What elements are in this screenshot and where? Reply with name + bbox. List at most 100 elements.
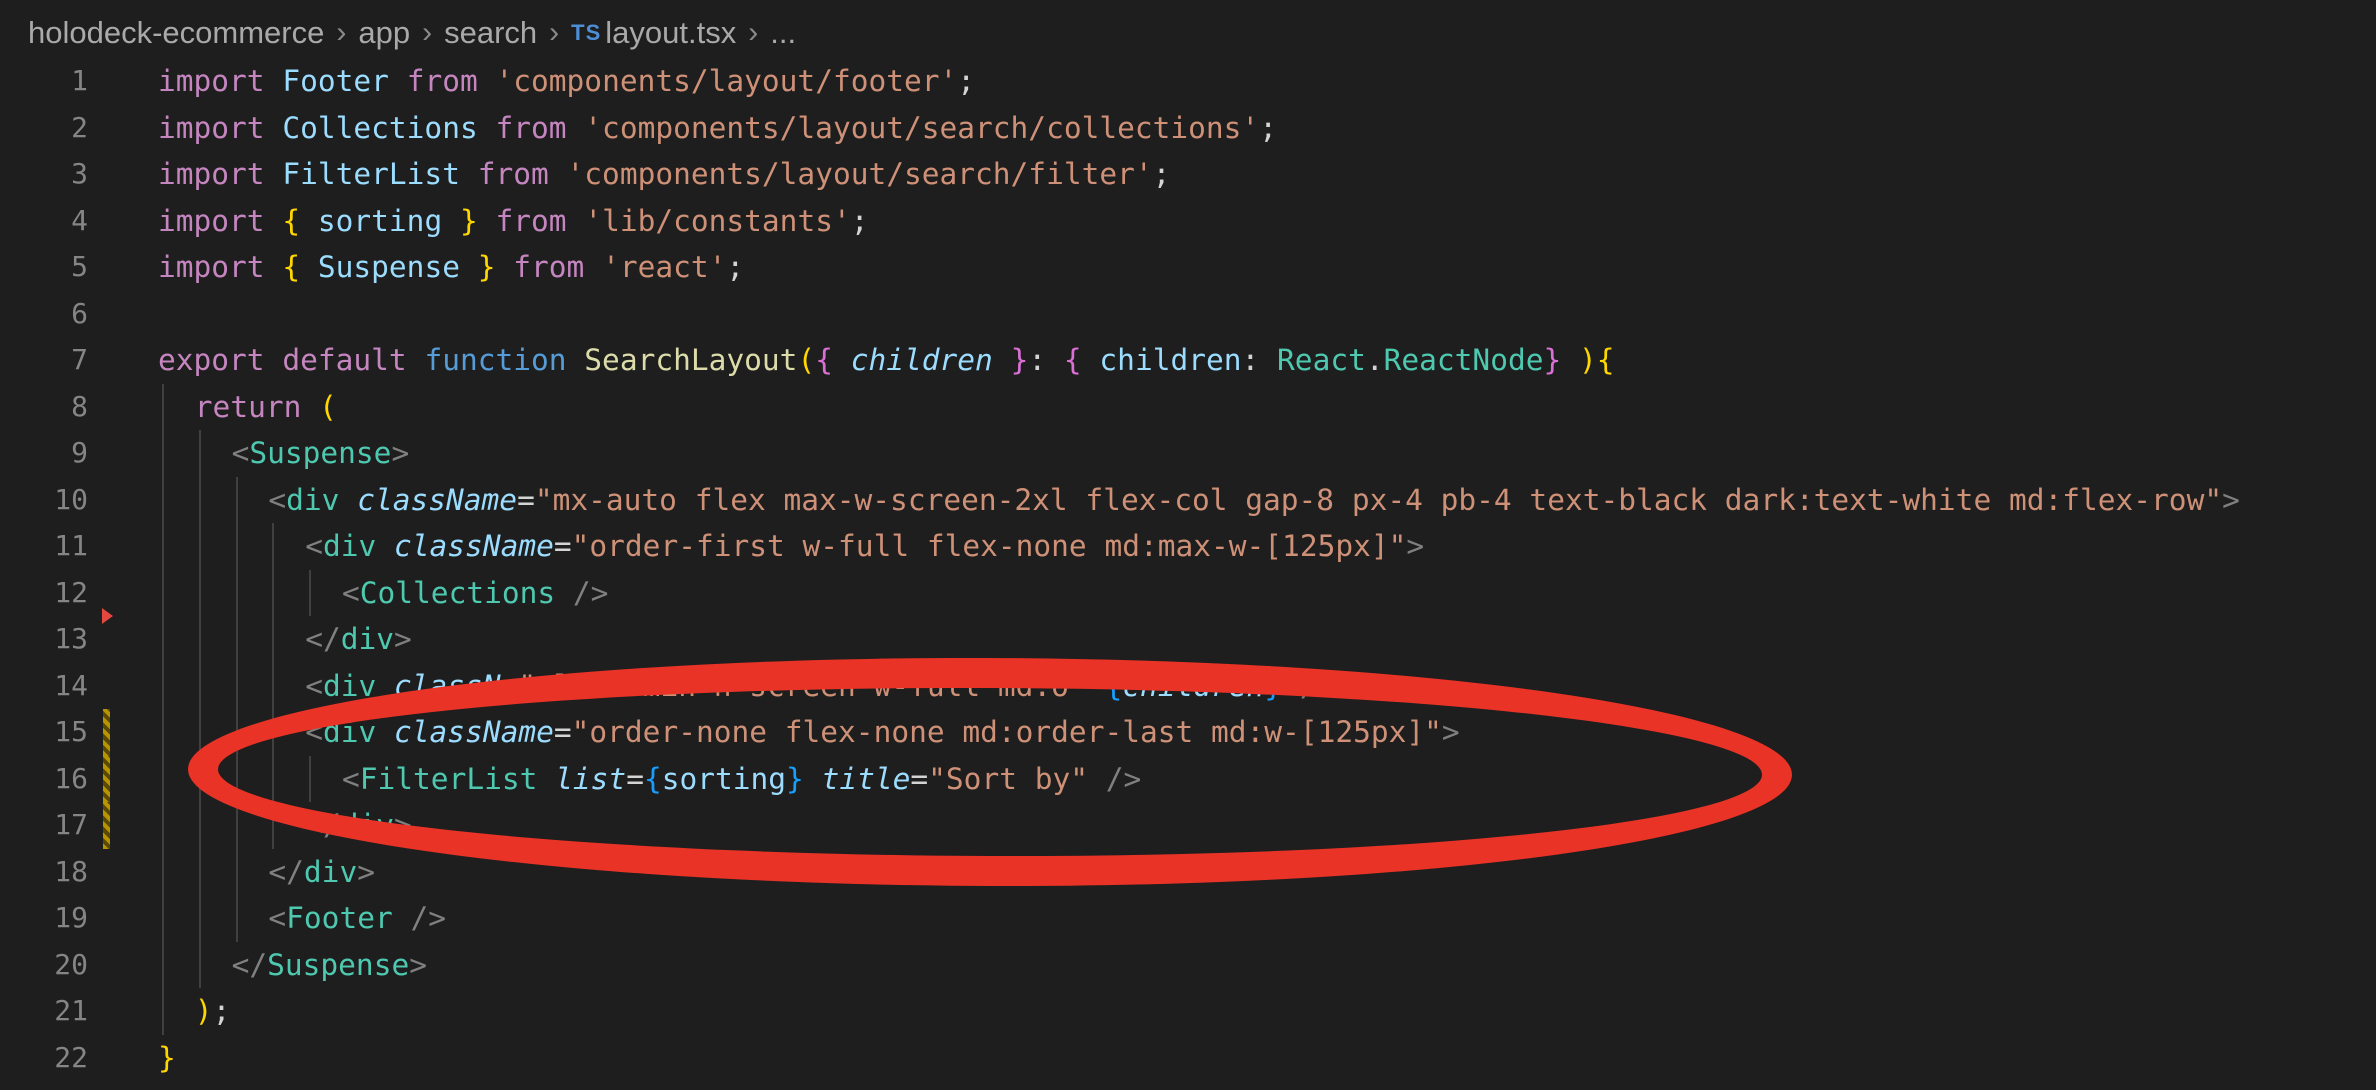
code-line[interactable]: 14 <div classN " last min-h-screen w-full…	[0, 662, 2376, 709]
code-token: 'components/layout/search/filter'	[566, 157, 1153, 191]
code-token: {	[282, 203, 301, 238]
code-token: >	[391, 436, 410, 470]
code-token: </	[268, 854, 304, 889]
code-line[interactable]: 11 <div className="order-first w-full fle…	[0, 523, 2376, 570]
indent-guide	[162, 662, 164, 709]
code-token: "order-none flex-none md:order-last md:w…	[571, 715, 1442, 749]
code-token: div	[322, 668, 377, 703]
indent-guide	[198, 941, 201, 988]
code-token: ;	[212, 994, 231, 1028]
breakpoint-arrow-icon	[102, 608, 113, 624]
indent-guide	[162, 709, 164, 756]
line-number: 22	[54, 1040, 88, 1074]
code-token: <	[342, 761, 360, 796]
code-line-content: <FilterList list={sorting} title="Sort b…	[342, 756, 1141, 803]
code-editor[interactable]: holodeck-ecommerce › app › search › TS l…	[0, 0, 2376, 1090]
code-line[interactable]: 10 <div className="mx-auto flex max-w-scr…	[0, 476, 2376, 523]
code-token: Footer	[286, 901, 393, 935]
code-token: >	[1441, 715, 1460, 749]
chevron-right-icon: ›	[549, 16, 560, 49]
code-line-content: import Collections from 'components/layo…	[158, 105, 1277, 152]
breadcrumb-item-app[interactable]: app	[358, 15, 410, 51]
code-line[interactable]: 3 import FilterList from 'components/layo…	[0, 151, 2376, 198]
code-line[interactable]: 4 import { sorting } from 'lib/constants'…	[0, 198, 2376, 245]
breadcrumb-item-symbols[interactable]: ...	[770, 15, 796, 51]
modified-line-indicator[interactable]	[103, 755, 110, 802]
code-token: function	[424, 343, 567, 377]
code-area[interactable]: 1 import Footer from 'components/layout/f…	[0, 58, 2376, 1081]
code-line[interactable]: 22}	[0, 1035, 2376, 1082]
code-token: ;	[957, 64, 976, 98]
indent-guide	[235, 523, 238, 570]
code-token: {	[643, 761, 662, 796]
indent-guide	[162, 988, 164, 1035]
indent-guide	[198, 709, 201, 756]
line-number: 11	[54, 529, 88, 562]
code-line-content: </Suspense>	[232, 942, 427, 989]
code-token: }	[477, 250, 496, 284]
indent-guide	[272, 569, 275, 616]
code-line[interactable]: 20 </Suspense>	[0, 941, 2376, 989]
code-token: />	[1105, 761, 1142, 796]
code-line[interactable]: 1 import Footer from 'components/layout/f…	[0, 58, 2376, 105]
line-number: 8	[71, 389, 88, 423]
code-line[interactable]: 18 </div>	[0, 848, 2376, 895]
code-line[interactable]: 19 <Footer />	[0, 895, 2376, 942]
code-line-content: );	[195, 988, 231, 1035]
code-token: </	[305, 808, 341, 842]
code-line[interactable]: 12 <Collections />	[0, 569, 2376, 616]
code-line[interactable]: 16 <FilterList list={sorting} title="Sort…	[0, 755, 2376, 803]
breadcrumb-item-project[interactable]: holodeck-ecommerce	[28, 15, 324, 51]
code-token: >	[1406, 529, 1425, 563]
code-token: ;	[726, 250, 745, 284]
code-token: "	[1086, 668, 1105, 703]
line-number: 15	[54, 715, 88, 748]
code-token: from	[495, 110, 567, 145]
code-token: import	[158, 64, 265, 98]
modified-line-indicator[interactable]	[103, 802, 110, 849]
indent-guide	[235, 616, 238, 663]
code-token: >	[2222, 482, 2240, 517]
code-line[interactable]: 2 import Collections from 'components/lay…	[0, 105, 2376, 152]
code-token: return	[194, 389, 302, 424]
code-token: {	[1596, 343, 1615, 377]
code-line-content: <Footer />	[268, 895, 446, 942]
indent-guide	[162, 941, 164, 988]
chevron-right-icon: ›	[336, 16, 347, 49]
indent-guide	[235, 709, 238, 756]
line-number: 2	[71, 110, 88, 144]
breadcrumb-item-search[interactable]: search	[444, 15, 537, 51]
code-line[interactable]: 9 <Suspense>	[0, 430, 2376, 477]
code-token: className	[394, 529, 554, 563]
code-line[interactable]: 5 import { Suspense } from 'react';	[0, 244, 2376, 291]
line-number: 18	[54, 854, 88, 888]
code-token: (	[797, 343, 816, 377]
indent-guide	[162, 895, 164, 942]
code-line[interactable]: 15 <div className="order-none flex-none m…	[0, 709, 2376, 756]
code-line[interactable]: 17 </div>	[0, 802, 2376, 849]
code-token: div	[1317, 668, 1371, 703]
code-token: <	[268, 901, 287, 935]
code-token: export	[158, 343, 265, 377]
code-token: div	[340, 808, 395, 842]
code-line[interactable]: 21);	[0, 988, 2376, 1035]
code-token: from	[477, 157, 549, 191]
indent-guide	[309, 755, 312, 802]
code-line[interactable]: 13 </div>	[0, 616, 2376, 663]
code-line[interactable]: 8 return (	[0, 383, 2376, 431]
line-number: 7	[71, 343, 88, 376]
code-token: "Sort by"	[928, 761, 1089, 796]
breadcrumb-item-file[interactable]: TS layout.tsx	[571, 15, 736, 51]
modified-line-indicator[interactable]	[103, 709, 110, 756]
code-token: =	[626, 761, 644, 796]
code-line-content: </div>	[305, 802, 412, 849]
code-line[interactable]: 6	[0, 291, 2376, 338]
code-token: >	[409, 947, 427, 982]
code-line-content: import { sorting } from 'lib/constants';	[158, 198, 869, 245]
code-line[interactable]: 7 export default function SearchLayout({ …	[0, 337, 2376, 384]
code-token: <	[305, 668, 323, 703]
code-token: classN	[394, 668, 501, 703]
code-line-content: return (	[195, 384, 337, 431]
indent-guide	[272, 802, 275, 849]
code-line-content: }	[158, 1035, 176, 1082]
